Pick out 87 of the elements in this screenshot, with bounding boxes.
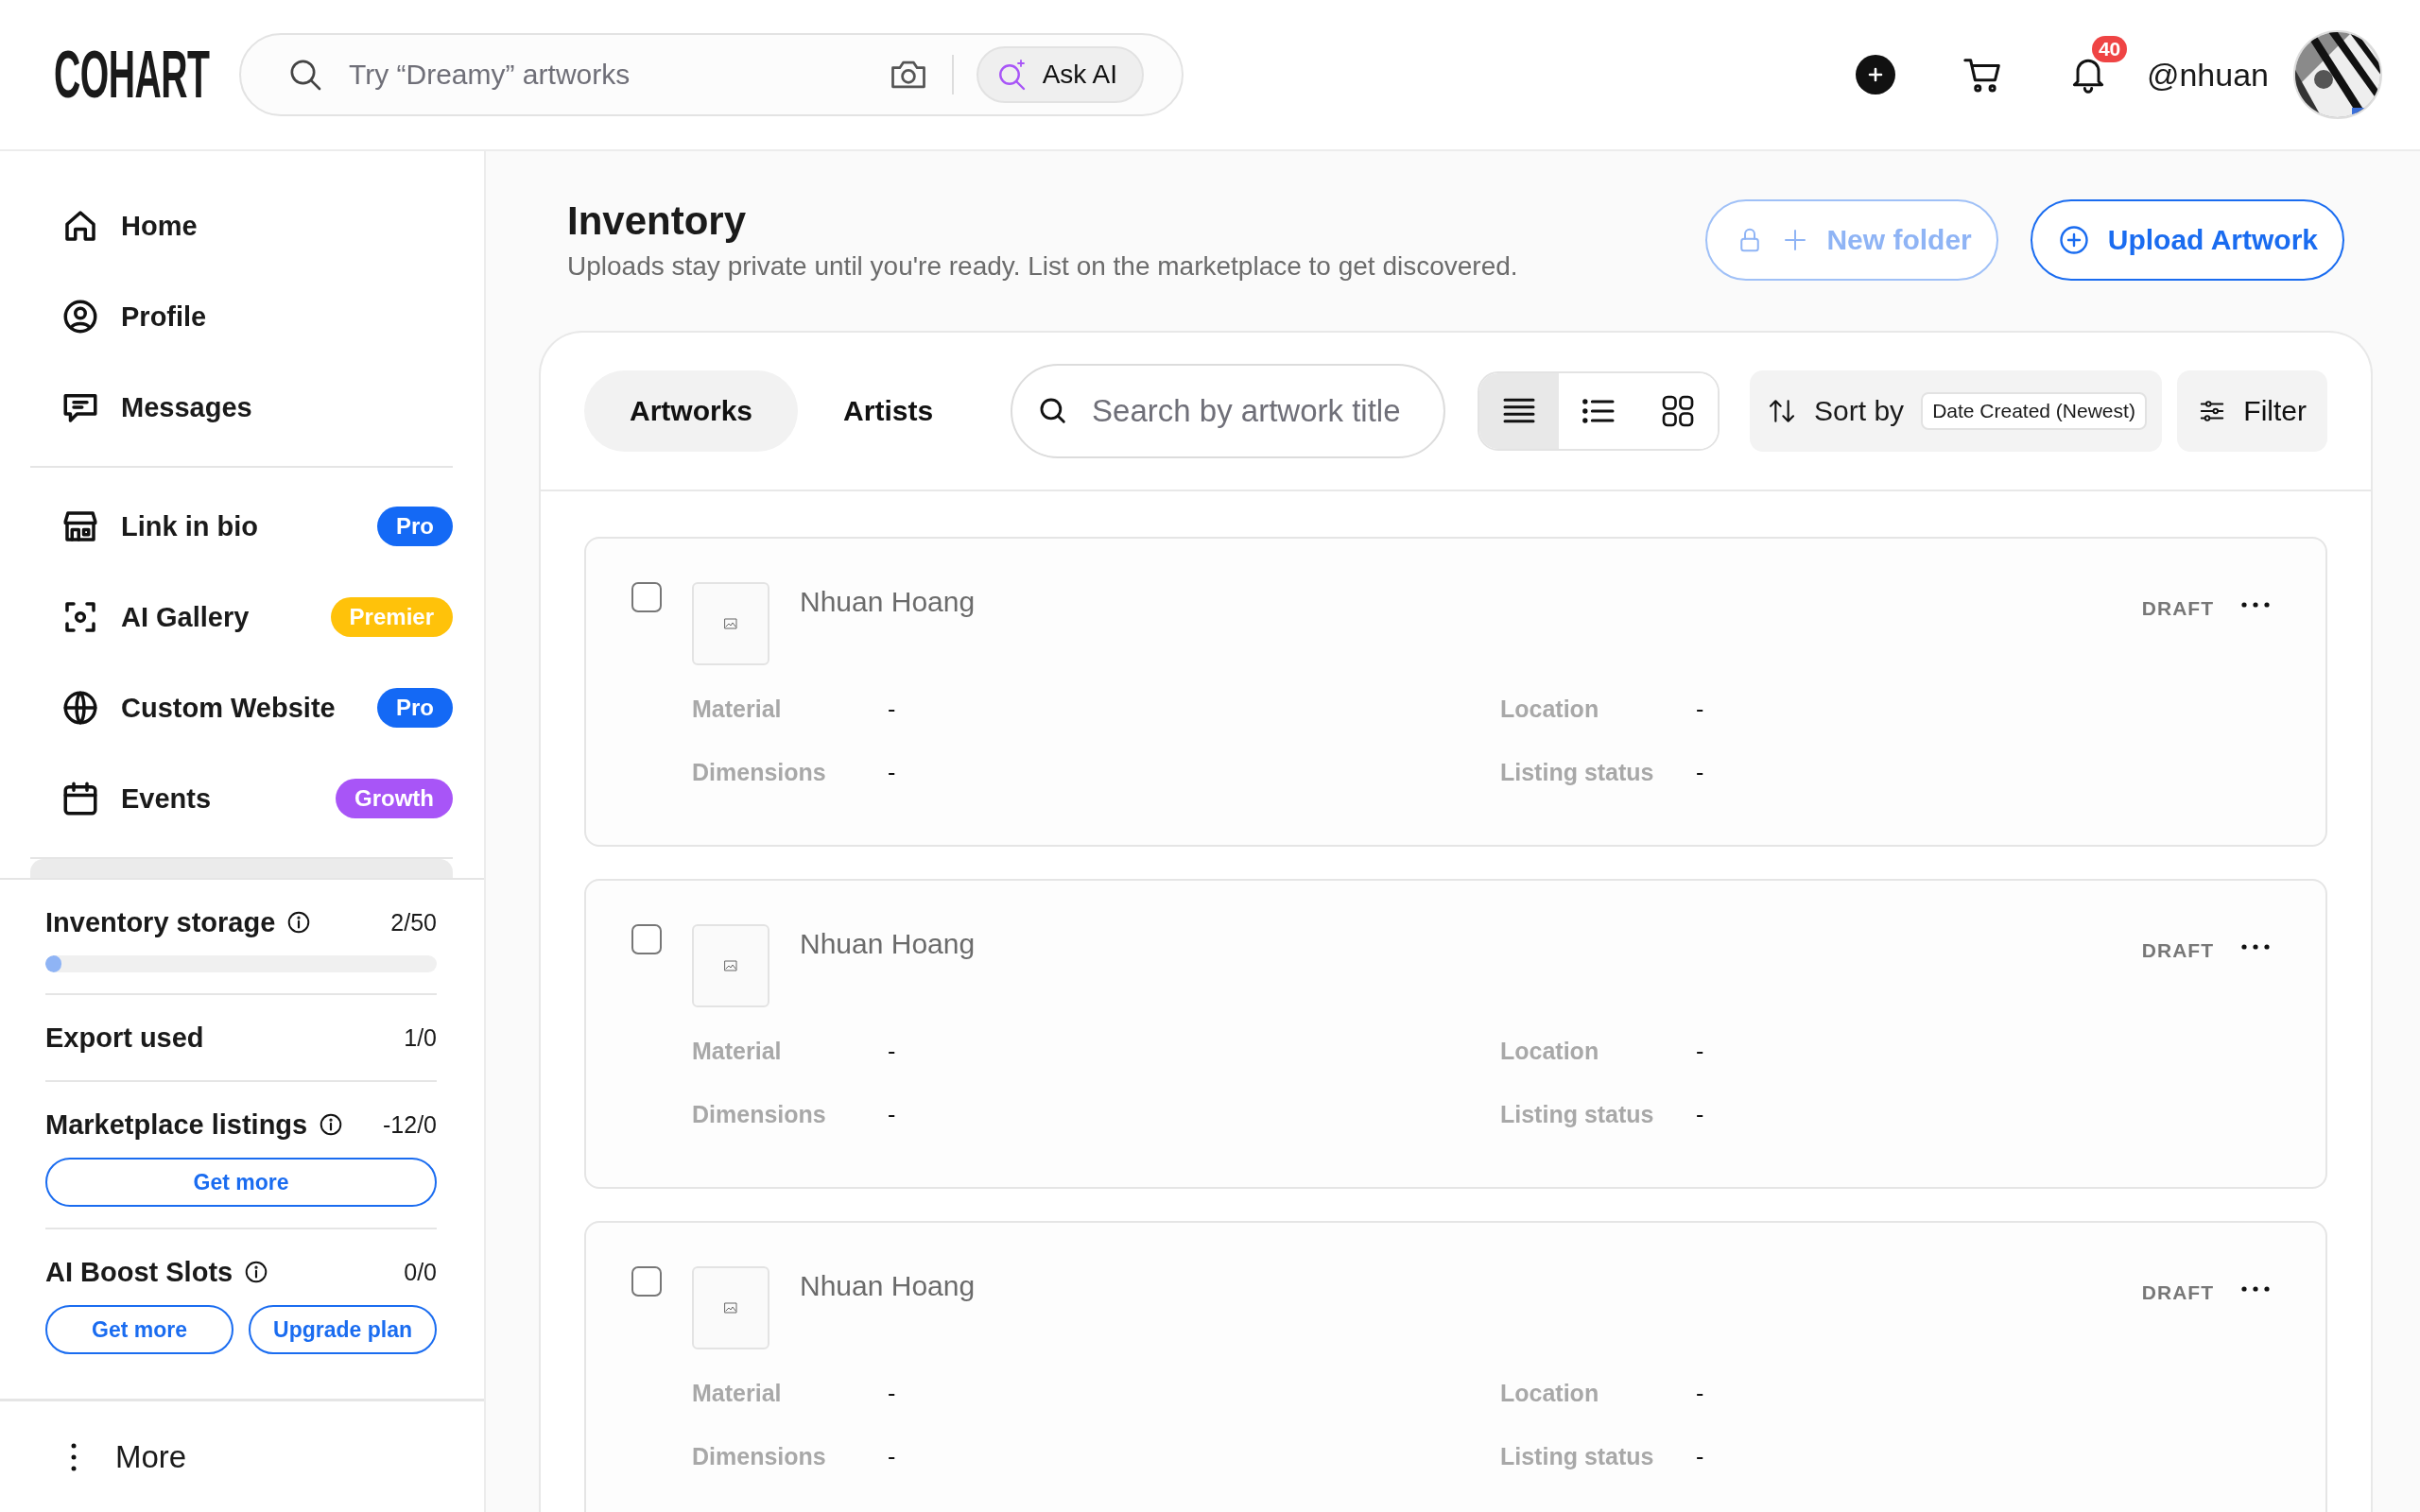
notification-count: 40 [2091, 36, 2128, 62]
usage-value: -12/0 [383, 1110, 437, 1139]
image-icon [724, 1302, 737, 1314]
field-label: Dimensions [692, 1443, 827, 1470]
outline-button[interactable]: Get more [45, 1305, 233, 1354]
info-icon[interactable] [319, 1112, 344, 1137]
field-value: - [888, 1443, 896, 1470]
more-button[interactable]: More [0, 1399, 484, 1512]
info-icon[interactable] [286, 910, 312, 935]
artist-name: Nhuan Hoang [800, 1270, 976, 1302]
plan-badge: Growth [336, 779, 453, 818]
field-value: - [888, 1380, 896, 1407]
search-field[interactable]: Try “Dreamy” artworks [347, 58, 865, 92]
checkbox[interactable] [631, 1266, 662, 1297]
ask-ai-button[interactable]: Ask AI [976, 46, 1144, 103]
artist-name: Nhuan Hoang [800, 928, 976, 960]
field-value: - [888, 696, 896, 723]
usage-value: 0/0 [404, 1258, 437, 1286]
nav-item[interactable]: Messages [30, 362, 453, 453]
field-value: - [1696, 1038, 1704, 1065]
field-label: Location [1500, 1380, 1600, 1407]
usage-value: 1/0 [404, 1023, 437, 1052]
search-bar[interactable]: Search by artwork title [1011, 364, 1446, 458]
field-label: Material [692, 1038, 783, 1065]
artwork-thumbnail[interactable] [692, 924, 769, 1007]
tab[interactable]: Artists [798, 370, 979, 452]
nav-item[interactable]: Profile [30, 271, 453, 362]
page-subtitle: Uploads stay private until you're ready. List on the marketplace to get discovered. [567, 251, 1518, 282]
usage-label: AI Boost Slots [45, 1256, 233, 1288]
status-label: DRAFT [2141, 1281, 2214, 1304]
field-label: Location [1500, 1038, 1600, 1065]
nav-item[interactable]: Link in bio Pro [30, 481, 453, 572]
usage-label: Export used [45, 1022, 204, 1054]
plan-badge: Premier [330, 597, 453, 637]
username[interactable]: @nhuan [2146, 56, 2269, 94]
artist-name: Nhuan Hoang [800, 586, 976, 618]
plan-badge: Pro [377, 688, 453, 728]
field-value: - [888, 759, 896, 786]
field-value: - [1696, 696, 1704, 723]
field-label: Material [692, 1380, 783, 1407]
upload-button[interactable]: Upload Artwork [2030, 199, 2344, 281]
more-icon[interactable] [2240, 601, 2271, 609]
checkbox[interactable] [631, 582, 662, 612]
info-icon[interactable] [244, 1260, 269, 1284]
field-value: - [1696, 1101, 1704, 1128]
view-toggle[interactable] [1479, 373, 1560, 449]
usage-label: Marketplace listings [45, 1108, 308, 1141]
field-value: - [888, 1101, 896, 1128]
field-label: Listing status [1500, 1101, 1655, 1128]
field-value: - [1696, 1380, 1704, 1407]
field-value: - [888, 1038, 896, 1065]
usage-label: Inventory storage [45, 906, 276, 938]
artwork-thumbnail[interactable] [692, 582, 769, 665]
search-bar[interactable]: Try “Dreamy” artworks Ask AI [239, 33, 1184, 116]
status-label: DRAFT [2141, 939, 2214, 962]
usage-value: 2/50 [390, 908, 437, 936]
status-label: DRAFT [2141, 597, 2214, 620]
field-label: Dimensions [692, 759, 827, 786]
more-icon [70, 1441, 78, 1472]
image-icon [724, 618, 737, 629]
plan-badge: Pro [377, 507, 453, 546]
sort-control[interactable]: Sort by Date Created (Newest) [1750, 370, 2162, 452]
more-icon[interactable] [2240, 943, 2271, 951]
outline-button[interactable]: Upgrade plan [249, 1305, 437, 1354]
nav-item[interactable]: Home [30, 180, 453, 271]
add-button[interactable] [1855, 55, 1895, 94]
logo[interactable]: COHART [54, 42, 210, 108]
sort-value[interactable]: Date Created (Newest) [1921, 392, 2147, 430]
page-title: Inventory [567, 198, 748, 244]
field-label: Location [1500, 696, 1600, 723]
filter-button[interactable]: Filter [2177, 370, 2327, 452]
tab[interactable]: Artworks [584, 370, 799, 452]
field-label: Listing status [1500, 759, 1655, 786]
nav-item[interactable]: AI Gallery Premier [30, 572, 453, 662]
outline-button[interactable]: Get more [45, 1158, 437, 1207]
sort-label: Sort by [1814, 395, 1905, 427]
checkbox[interactable] [631, 924, 662, 954]
artwork-thumbnail[interactable] [692, 1266, 769, 1349]
field-label: Dimensions [692, 1101, 827, 1128]
nav-item[interactable]: Events Growth [30, 753, 453, 844]
more-icon[interactable] [2240, 1285, 2271, 1293]
field-value: - [1696, 1443, 1704, 1470]
image-icon [724, 960, 737, 971]
field-value: - [1696, 759, 1704, 786]
nav-item[interactable]: Custom Website Pro [30, 662, 453, 753]
field-label: Listing status [1500, 1443, 1655, 1470]
field-label: Material [692, 696, 783, 723]
